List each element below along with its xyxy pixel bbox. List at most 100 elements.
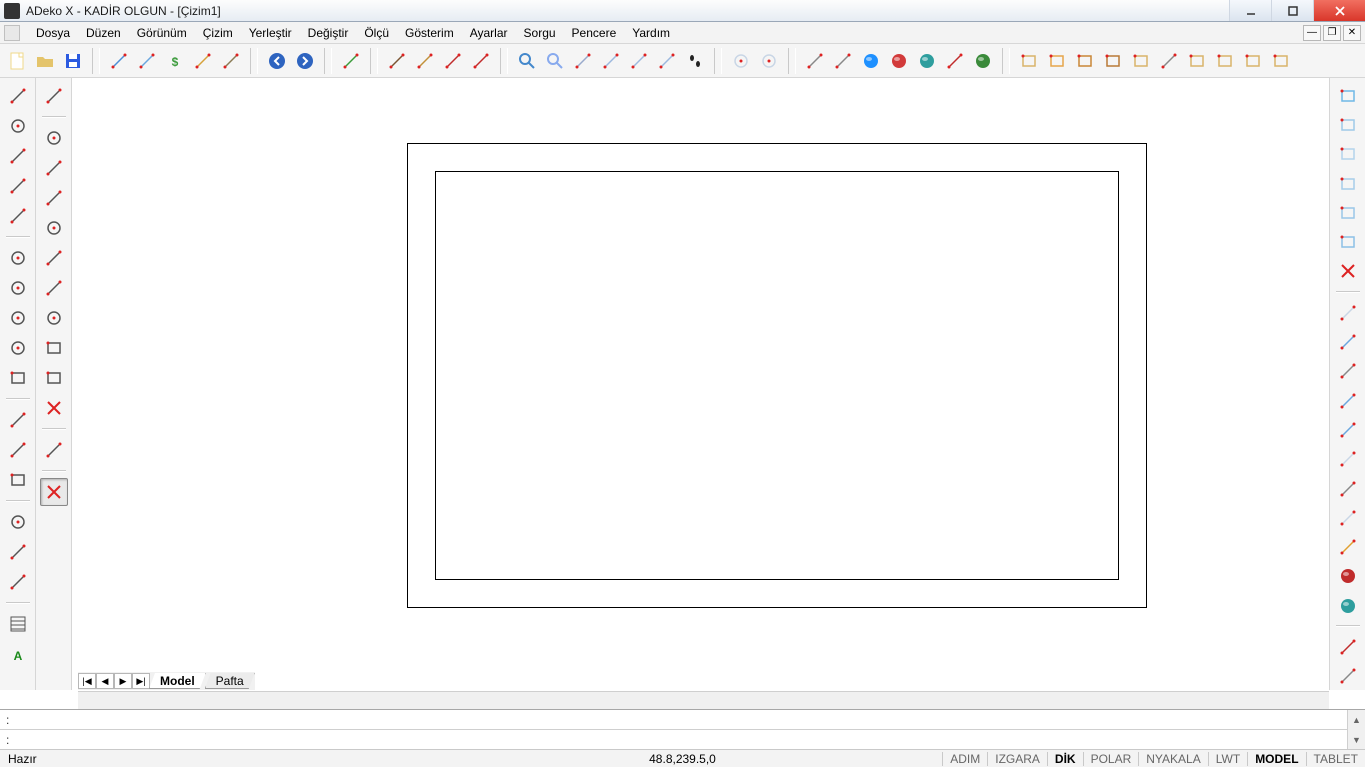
forward-icon[interactable] <box>292 48 318 74</box>
dim-vert-icon[interactable] <box>468 48 494 74</box>
snap-mid-icon[interactable] <box>40 184 68 212</box>
snap-line-icon[interactable] <box>40 154 68 182</box>
menu-görünüm[interactable]: Görünüm <box>129 23 195 43</box>
panel-8-icon[interactable] <box>1240 48 1266 74</box>
gear-icon[interactable] <box>218 48 244 74</box>
snap-quad-icon[interactable] <box>40 304 68 332</box>
menu-gösterim[interactable]: Gösterim <box>397 23 462 43</box>
mdi-close-button[interactable]: ✕ <box>1343 25 1361 41</box>
robot-icon[interactable] <box>1334 416 1362 443</box>
snap-endpoint-icon[interactable] <box>40 82 68 110</box>
panel-6-icon[interactable] <box>1184 48 1210 74</box>
print-preview-icon[interactable] <box>134 48 160 74</box>
save-icon[interactable] <box>60 48 86 74</box>
sheet-nav-button[interactable]: |◀ <box>78 673 96 689</box>
menu-ölçü[interactable]: Ölçü <box>356 23 397 43</box>
panel-3-icon[interactable] <box>1072 48 1098 74</box>
drive-icon[interactable] <box>1334 358 1362 385</box>
panel-7-icon[interactable] <box>1212 48 1238 74</box>
hatch-icon[interactable] <box>4 610 32 638</box>
ellipse-2-icon[interactable] <box>756 48 782 74</box>
hanger-icon[interactable] <box>1156 48 1182 74</box>
view-2-icon[interactable] <box>626 48 652 74</box>
box-4-icon[interactable] <box>1334 170 1362 197</box>
bulb-icon[interactable] <box>1334 533 1362 560</box>
world-icon[interactable] <box>970 48 996 74</box>
menu-dosya[interactable]: Dosya <box>28 23 78 43</box>
menu-pencere[interactable]: Pencere <box>564 23 625 43</box>
printer-icon[interactable] <box>1334 446 1362 473</box>
snap-center-icon[interactable] <box>40 214 68 242</box>
snap-extend-icon[interactable] <box>40 436 68 464</box>
snap-x-icon[interactable] <box>40 394 68 422</box>
new-icon[interactable] <box>4 48 30 74</box>
status-toggle-lwt[interactable]: LWT <box>1208 752 1247 766</box>
menu-değiştir[interactable]: Değiştir <box>300 23 357 43</box>
globe-icon[interactable] <box>914 48 940 74</box>
rect-icon[interactable] <box>4 364 32 392</box>
pie-icon[interactable] <box>4 568 32 596</box>
menu-çizim[interactable]: Çizim <box>195 23 241 43</box>
ring-icon[interactable] <box>4 508 32 536</box>
snap-rect-icon[interactable] <box>40 334 68 362</box>
link-1-icon[interactable] <box>802 48 828 74</box>
snap-node-icon[interactable] <box>40 244 68 272</box>
list-icon[interactable] <box>1334 504 1362 531</box>
panel-1-icon[interactable] <box>1016 48 1042 74</box>
status-toggle-nyakala[interactable]: NYAKALA <box>1138 752 1207 766</box>
snap-cross-icon[interactable] <box>40 364 68 392</box>
print-icon[interactable] <box>106 48 132 74</box>
circle-2pt-icon[interactable] <box>4 274 32 302</box>
sheet-nav-button[interactable]: ▶ <box>114 673 132 689</box>
sheet-tab-model[interactable]: Model <box>149 673 206 689</box>
ellipse-1-icon[interactable] <box>728 48 754 74</box>
box-3-icon[interactable] <box>1334 141 1362 168</box>
record-icon[interactable] <box>1334 563 1362 590</box>
circle-center-icon[interactable] <box>4 244 32 272</box>
ellipse-arc-icon[interactable] <box>4 334 32 362</box>
sphere-blue-icon[interactable] <box>858 48 884 74</box>
polyline-icon[interactable] <box>4 142 32 170</box>
spline-icon[interactable] <box>4 172 32 200</box>
box-x-icon[interactable] <box>1334 258 1362 285</box>
menu-ayarlar[interactable]: Ayarlar <box>462 23 516 43</box>
snap-circle-icon[interactable] <box>40 124 68 152</box>
sheet-tab-pafta[interactable]: Pafta <box>205 673 255 689</box>
polygon-icon[interactable] <box>4 436 32 464</box>
sphere-red-icon[interactable] <box>886 48 912 74</box>
open-icon[interactable] <box>32 48 58 74</box>
box-6-icon[interactable] <box>1334 228 1362 255</box>
mdi-minimize-button[interactable]: — <box>1303 25 1321 41</box>
panel-4-icon[interactable] <box>1100 48 1126 74</box>
swatch-icon[interactable] <box>1334 663 1362 690</box>
sphere-icon[interactable] <box>1334 592 1362 619</box>
clipboard-icon[interactable] <box>190 48 216 74</box>
status-toggle-di̇k[interactable]: DİK <box>1047 752 1083 766</box>
close-button[interactable] <box>1313 0 1365 21</box>
panel-5-icon[interactable] <box>1128 48 1154 74</box>
pencil-icon[interactable] <box>4 202 32 230</box>
view-1-icon[interactable] <box>598 48 624 74</box>
footprints-icon[interactable] <box>682 48 708 74</box>
glasses-icon[interactable] <box>942 48 968 74</box>
maximize-button[interactable] <box>1271 0 1313 21</box>
door-icon[interactable] <box>384 48 410 74</box>
menu-yardım[interactable]: Yardım <box>624 23 678 43</box>
status-toggle-polar[interactable]: POLAR <box>1083 752 1139 766</box>
polygon-fill-icon[interactable] <box>4 406 32 434</box>
arc-icon[interactable] <box>4 112 32 140</box>
text-icon[interactable]: A <box>4 640 32 668</box>
sheet-nav-button[interactable]: ◀ <box>96 673 114 689</box>
book-icon[interactable] <box>338 48 364 74</box>
command-input-line[interactable]: : <box>0 730 1365 750</box>
box-1-icon[interactable] <box>1334 82 1362 109</box>
sheet-nav-button[interactable]: ▶| <box>132 673 150 689</box>
command-scrollbar[interactable]: ▲▼ <box>1347 710 1365 750</box>
palette-icon[interactable] <box>1334 633 1362 660</box>
dim-horiz-icon[interactable] <box>440 48 466 74</box>
minimize-button[interactable] <box>1229 0 1271 21</box>
line-icon[interactable] <box>4 82 32 110</box>
menu-yerleştir[interactable]: Yerleştir <box>241 23 300 43</box>
menu-sorgu[interactable]: Sorgu <box>516 23 564 43</box>
drawing-canvas[interactable] <box>72 78 1329 690</box>
